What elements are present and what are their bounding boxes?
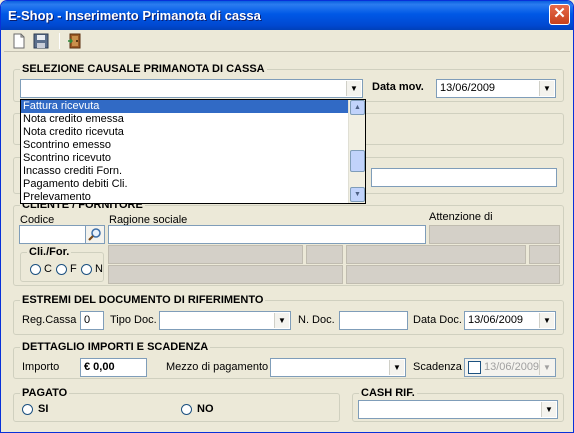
documento-section-label: ESTREMI DEL DOCUMENTO DI RIFERIMENTO [20, 294, 266, 306]
codice-input[interactable] [19, 225, 87, 244]
primanota-window: E-Shop - Inserimento Primanota di cassa … [0, 0, 574, 433]
data-mov-label: Data mov. [372, 81, 424, 93]
data-mov-combo[interactable]: 13/06/2009 ▼ [436, 79, 556, 98]
regcassa-input[interactable]: 0 [80, 311, 104, 330]
causale-dropdown-arrow[interactable]: ▼ [346, 81, 361, 96]
data-mov-dropdown-arrow[interactable]: ▼ [539, 81, 554, 96]
pagato-si-label: SI [38, 403, 49, 415]
mezzo-pagamento-combo[interactable]: ▼ [270, 358, 406, 377]
pagato-si-radio[interactable] [22, 404, 33, 415]
causale-option[interactable]: Scontrino emesso [21, 139, 365, 152]
toolbar [4, 30, 570, 52]
scroll-up-icon[interactable]: ▲ [350, 100, 365, 115]
magnifier-icon [88, 228, 101, 241]
causale-option[interactable]: Nota credito ricevuta [21, 126, 365, 139]
scadenza-label: Scadenza [413, 361, 462, 373]
piva-field [108, 265, 343, 284]
new-document-icon[interactable] [10, 32, 28, 50]
pagato-no-label: NO [197, 403, 214, 415]
save-icon[interactable] [32, 32, 50, 50]
codfisc-field [346, 265, 560, 284]
cash-rif-dropdown-arrow[interactable]: ▼ [541, 402, 556, 417]
attenzione-input [429, 225, 560, 244]
causale-option[interactable]: Pagamento debiti Cli. [21, 178, 365, 191]
tipo-doc-dropdown-arrow[interactable]: ▼ [274, 313, 289, 328]
radio-nessuno-label: N [95, 263, 103, 275]
scadenza-value: 13/06/2009 [484, 361, 540, 373]
provincia-field [529, 245, 560, 264]
radio-cliente-label: C [44, 263, 52, 275]
causale-section-label: SELEZIONE CAUSALE PRIMANOTA DI CASSA [20, 63, 267, 75]
ndoc-label: N. Doc. [298, 314, 335, 326]
exit-door-icon[interactable] [66, 32, 84, 50]
scadenza-dropdown-arrow[interactable]: ▼ [539, 360, 554, 375]
pagato-section-label: PAGATO [20, 387, 70, 399]
cash-section-label: CASH RIF. [359, 387, 417, 399]
scadenza-checkbox[interactable] [468, 361, 481, 374]
scadenza-combo[interactable]: 13/06/2009 ▼ [464, 358, 556, 377]
indirizzo-field [108, 245, 303, 264]
data-doc-label: Data Doc. [413, 314, 462, 326]
importi-section-label: DETTAGLIO IMPORTI E SCADENZA [20, 341, 211, 353]
causale-option[interactable]: Scontrino ricevuto [21, 152, 365, 165]
ndoc-input[interactable] [339, 311, 408, 330]
causale-option[interactable]: Fattura ricevuta [21, 100, 365, 113]
search-cliente-button[interactable] [85, 225, 105, 244]
importo-label: Importo [22, 361, 60, 373]
radio-fornitore[interactable] [56, 264, 67, 275]
close-button[interactable]: ✕ [549, 4, 570, 25]
scroll-thumb[interactable] [350, 150, 365, 172]
citta-field [346, 245, 526, 264]
causale-options: Fattura ricevuta Nota credito emessa Nota … [21, 100, 365, 203]
scroll-down-icon[interactable]: ▼ [350, 187, 365, 202]
window-title: E-Shop - Inserimento Primanota di cassa [8, 8, 261, 23]
attenzione-label: Attenzione di [429, 211, 493, 223]
causale-combo[interactable]: ▼ [20, 79, 363, 98]
causale-option[interactable]: Prelevamento [21, 191, 365, 203]
toolbar-separator [59, 33, 60, 49]
pagato-no-radio[interactable] [181, 404, 192, 415]
data-doc-dropdown-arrow[interactable]: ▼ [539, 313, 554, 328]
data-doc-value: 13/06/2009 [468, 314, 524, 326]
causale-option[interactable]: Nota credito emessa [21, 113, 365, 126]
radio-fornitore-label: F [70, 263, 77, 275]
cash-rif-combo[interactable]: ▼ [358, 400, 558, 419]
mezzo-pagamento-label: Mezzo di pagamento [166, 361, 269, 373]
tipo-doc-label: Tipo Doc. [110, 314, 157, 326]
ragione-sociale-input[interactable] [108, 225, 426, 244]
pagato-section: PAGATO [13, 387, 340, 422]
causale-option[interactable]: Incasso crediti Forn. [21, 165, 365, 178]
cap-field [306, 245, 343, 264]
tipo-doc-combo[interactable]: ▼ [159, 311, 291, 330]
data-doc-combo[interactable]: 13/06/2009 ▼ [464, 311, 556, 330]
data-mov-value: 13/06/2009 [440, 82, 496, 94]
dropdown-scrollbar[interactable]: ▲ ▼ [348, 100, 365, 203]
hidden-field[interactable] [371, 168, 557, 187]
causale-dropdown-list[interactable]: Fattura ricevuta Nota credito emessa Nota … [20, 99, 366, 204]
radio-cliente[interactable] [30, 264, 41, 275]
clifor-label: Cli./For. [27, 246, 72, 258]
radio-nessuno[interactable] [81, 264, 92, 275]
title-bar: E-Shop - Inserimento Primanota di cassa … [1, 1, 573, 30]
mezzo-pagamento-dropdown-arrow[interactable]: ▼ [389, 360, 404, 375]
importo-input[interactable]: € 0,00 [80, 358, 147, 377]
regcassa-label: Reg.Cassa [22, 314, 77, 326]
